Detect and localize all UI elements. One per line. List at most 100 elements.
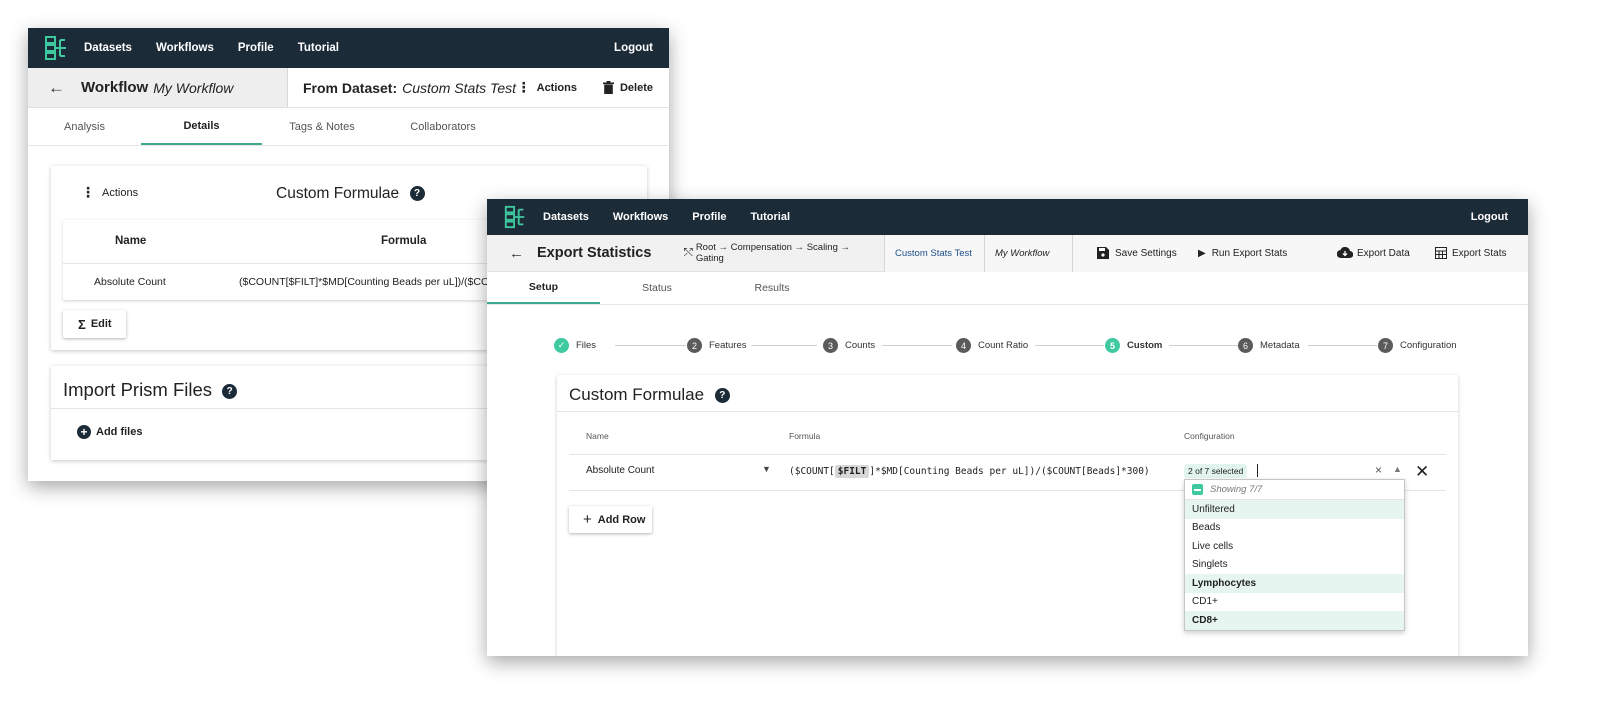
dataset-link[interactable]: Custom Stats Test <box>884 234 984 272</box>
table-header: Name Formula Configuration <box>569 415 1446 455</box>
step-number: 7 <box>1378 338 1393 353</box>
indeterminate-checkbox-icon[interactable] <box>1192 484 1203 495</box>
option-lymphocytes[interactable]: Lymphocytes <box>1185 574 1404 593</box>
dataset-name[interactable]: Custom Stats Test <box>402 80 516 96</box>
workflow-header: ← Workflow My Workflow From Dataset: Cus… <box>28 68 669 108</box>
col-name: Name <box>586 431 609 441</box>
formula-token[interactable]: $FILT <box>834 465 870 478</box>
prism-title: Import Prism Files ? <box>63 379 238 401</box>
plus-icon: + <box>583 511 592 528</box>
nav-tutorial[interactable]: Tutorial <box>751 211 791 223</box>
save-icon <box>1097 247 1109 259</box>
step-counts[interactable]: 3 Counts <box>823 338 875 353</box>
nav-workflows[interactable]: Workflows <box>156 42 214 54</box>
card-title-text: Custom Formulae <box>569 385 705 404</box>
tab-tags-notes[interactable]: Tags & Notes <box>262 108 382 145</box>
card-actions-label: Actions <box>102 186 139 199</box>
formula-pre: ($COUNT[ <box>789 466 835 477</box>
tab-analysis[interactable]: Analysis <box>28 108 141 145</box>
help-icon[interactable]: ? <box>409 186 425 202</box>
step-label: Metadata <box>1260 340 1300 351</box>
app-logo-icon[interactable] <box>487 199 543 235</box>
configuration-dropdown: Showing 7/7 Unfiltered Beads Live cells … <box>1184 479 1405 631</box>
chevron-up-icon[interactable]: ▲ <box>1393 464 1402 474</box>
option-live-cells[interactable]: Live cells <box>1185 537 1404 556</box>
formula-post: ]*$MD[Counting Beads per uL])/($COUNT[Be… <box>869 466 1150 477</box>
step-label: Configuration <box>1400 340 1457 351</box>
back-arrow-icon[interactable]: ← <box>48 78 65 98</box>
export-data-button[interactable]: Export Data <box>1327 234 1425 272</box>
more-vertical-icon: ⋮ <box>516 79 531 95</box>
run-export-button[interactable]: ▶ Run Export Stats <box>1192 234 1327 272</box>
tab-details[interactable]: Details <box>141 108 262 145</box>
step-files[interactable]: ✓ Files <box>554 338 596 353</box>
tab-status[interactable]: Status <box>600 272 714 304</box>
more-vertical-icon: ⋮ <box>81 184 95 200</box>
breadcrumb[interactable]: ⤲ Root → Compensation → Scaling → Gating <box>674 235 884 272</box>
save-settings-button[interactable]: Save Settings <box>1072 234 1192 272</box>
add-files-button[interactable]: + Add files <box>77 425 142 439</box>
step-number: 6 <box>1238 338 1253 353</box>
clear-icon[interactable]: × <box>1375 463 1382 477</box>
export-tabs: Setup Status Results <box>487 272 1528 305</box>
col-formula: Formula <box>381 235 427 247</box>
delete-button[interactable]: Delete <box>602 81 653 94</box>
add-files-label: Add files <box>96 426 143 438</box>
dataset-label: From Dataset: <box>303 79 398 96</box>
selection-chip: 2 of 7 selected <box>1184 464 1248 478</box>
nav-workflows[interactable]: Workflows <box>613 211 668 223</box>
nav-profile[interactable]: Profile <box>692 211 726 223</box>
top-nav: Datasets Workflows Profile Tutorial Logo… <box>487 199 1528 235</box>
card-title-text: Custom Formulae <box>276 185 400 202</box>
option-beads[interactable]: Beads <box>1185 519 1404 538</box>
step-metadata[interactable]: 6 Metadata <box>1238 338 1300 353</box>
edit-button[interactable]: Σ Edit <box>63 310 126 338</box>
plus-circle-icon: + <box>77 425 91 439</box>
nav-datasets[interactable]: Datasets <box>543 211 589 223</box>
export-header: ← Export Statistics ⤲ Root → Compensatio… <box>487 234 1528 272</box>
export-stats-button[interactable]: Export Stats <box>1425 234 1528 272</box>
step-label: Custom <box>1127 340 1163 351</box>
option-cd8[interactable]: CD8+ <box>1185 611 1404 630</box>
step-count-ratio[interactable]: 4 Count Ratio <box>956 338 1028 353</box>
table-icon <box>1435 247 1447 259</box>
formula-input[interactable]: ($COUNT[$FILT]*$MD[Counting Beads per uL… <box>789 465 1150 478</box>
select-all-row[interactable]: Showing 7/7 <box>1185 480 1404 500</box>
app-logo-icon[interactable] <box>28 28 84 68</box>
card-actions-button[interactable]: ⋮ Actions <box>81 184 138 201</box>
tab-setup[interactable]: Setup <box>487 272 600 304</box>
tab-collaborators[interactable]: Collaborators <box>382 108 504 145</box>
name-select[interactable]: Absolute Count <box>586 465 654 476</box>
col-name: Name <box>115 235 147 247</box>
step-number: 5 <box>1105 338 1120 353</box>
edit-label: Edit <box>90 318 112 330</box>
step-label: Counts <box>845 340 876 351</box>
tab-results[interactable]: Results <box>714 272 830 304</box>
remove-row-icon[interactable]: ✕ <box>1415 462 1429 482</box>
nav-tutorial[interactable]: Tutorial <box>298 42 339 54</box>
step-custom[interactable]: 5 Custom <box>1105 338 1162 353</box>
actions-button[interactable]: ⋮ Actions <box>517 79 577 96</box>
step-label: Count Ratio <box>978 340 1029 351</box>
help-icon[interactable]: ? <box>714 388 730 404</box>
delete-label: Delete <box>619 81 653 94</box>
workflow-link[interactable]: My Workflow <box>984 234 1072 272</box>
row-name: Absolute Count <box>94 276 166 288</box>
logout-link[interactable]: Logout <box>614 42 653 54</box>
nav-datasets[interactable]: Datasets <box>84 42 132 54</box>
option-singlets[interactable]: Singlets <box>1185 556 1404 575</box>
actions-label: Actions <box>536 81 577 94</box>
chevron-down-icon[interactable]: ▼ <box>762 464 771 474</box>
logout-link[interactable]: Logout <box>1471 211 1508 223</box>
run-label: Run Export Stats <box>1211 247 1288 259</box>
step-features[interactable]: 2 Features <box>687 338 747 353</box>
help-icon[interactable]: ? <box>222 383 238 399</box>
option-unfiltered[interactable]: Unfiltered <box>1185 500 1404 519</box>
add-row-button[interactable]: + Add Row <box>569 506 652 533</box>
step-configuration[interactable]: 7 Configuration <box>1378 338 1457 353</box>
back-arrow-icon[interactable]: ← <box>509 245 524 262</box>
option-cd1[interactable]: CD1+ <box>1185 593 1404 612</box>
step-number: 2 <box>687 338 702 353</box>
nav-profile[interactable]: Profile <box>238 42 274 54</box>
sigma-icon: Σ <box>78 316 86 332</box>
